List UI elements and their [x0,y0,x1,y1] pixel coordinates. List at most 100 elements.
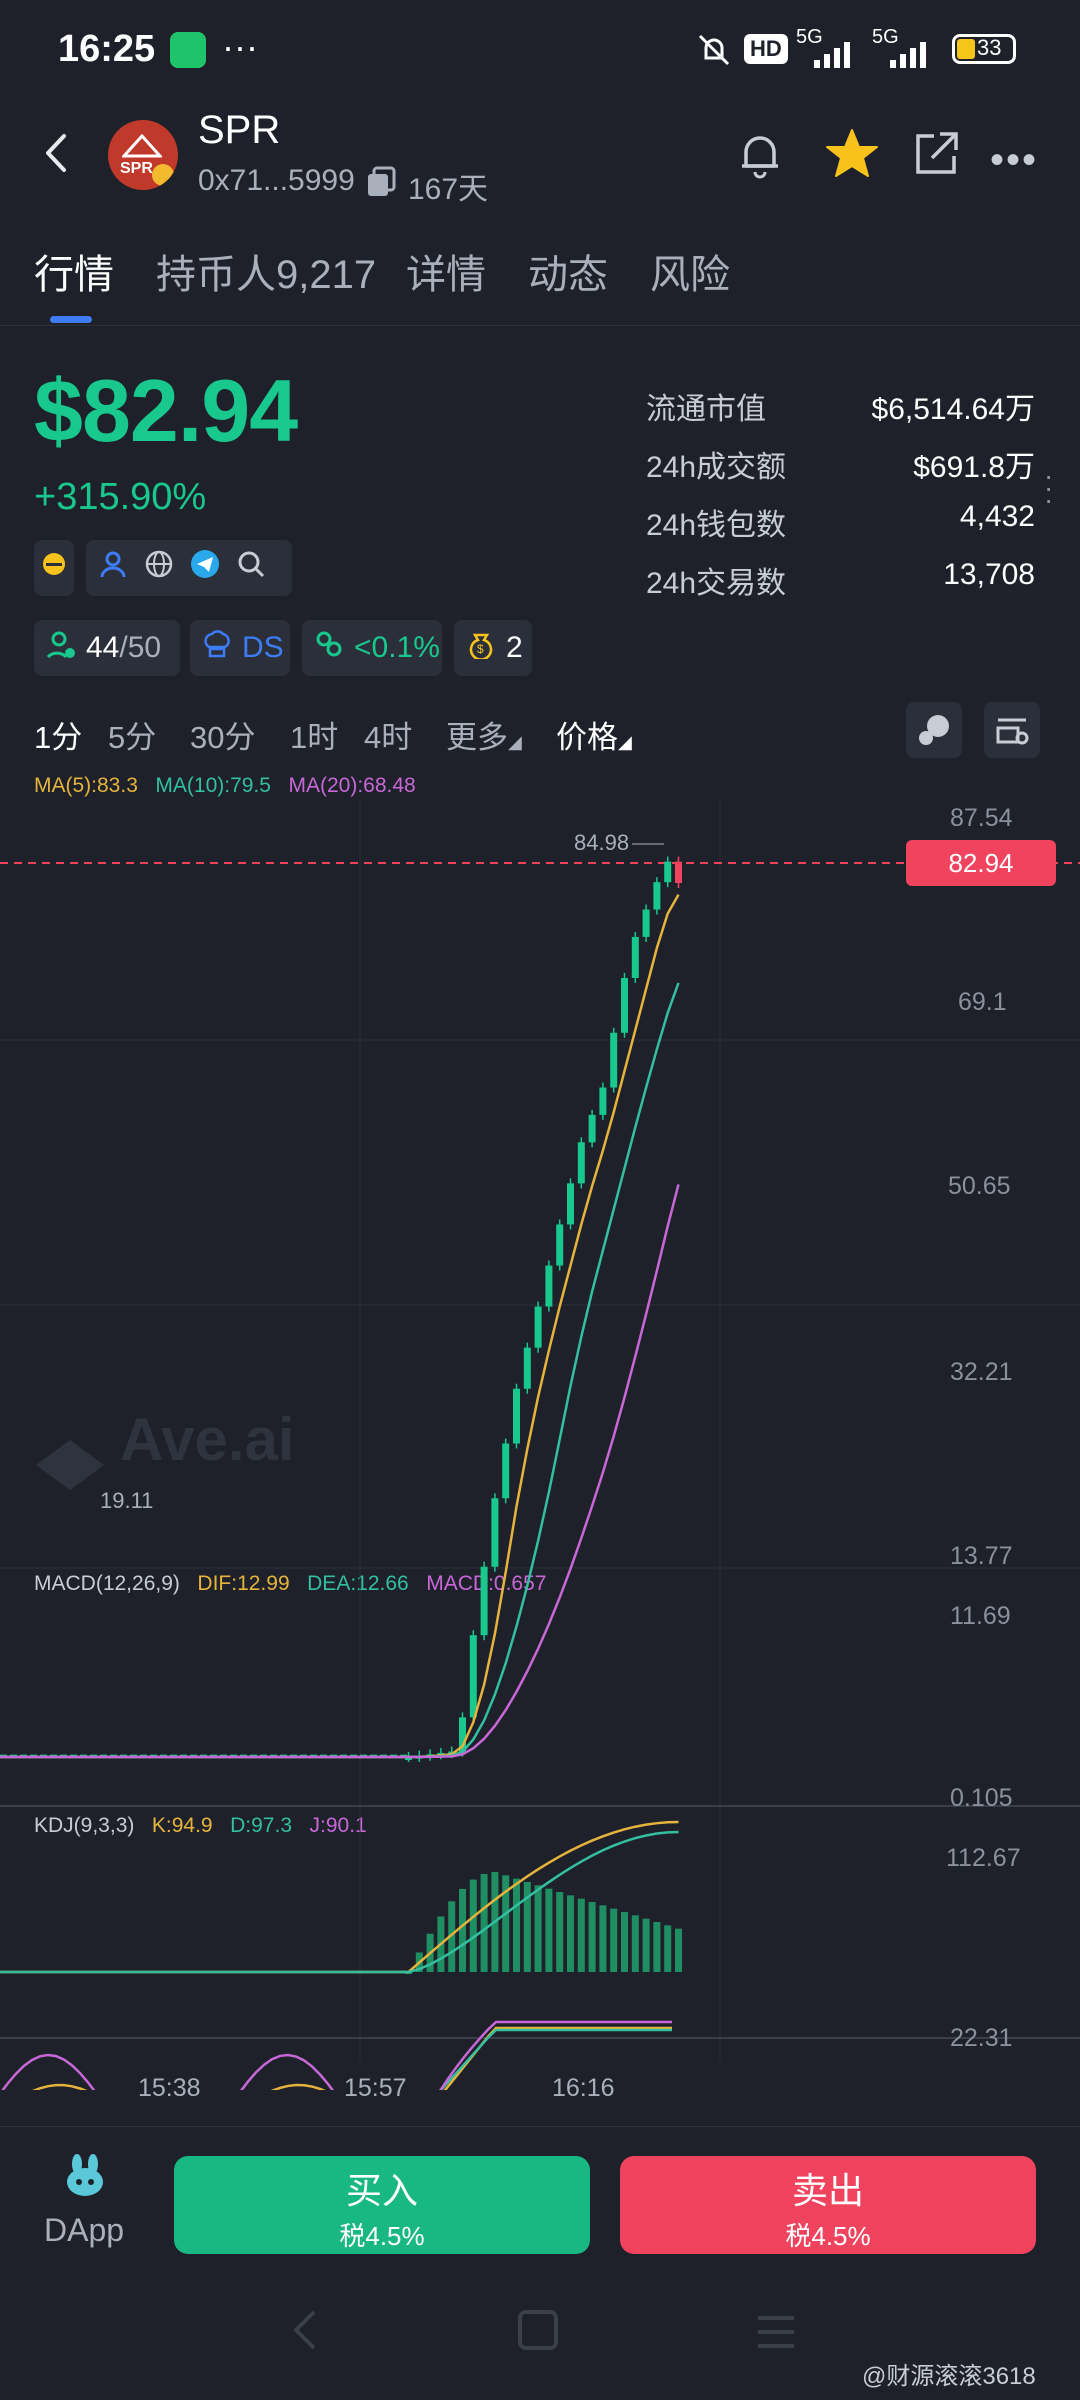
macd-bar [610,1908,618,1972]
active-tab-indicator [50,316,92,323]
time-axis-tick: 15:38 [138,2074,201,2102]
ma-legend: MA(5):83.3 MA(10):79.5 MA(20):68.48 [34,774,416,798]
timeframe-4h[interactable]: 4时 [364,712,412,757]
holders-count: 44 [86,631,120,664]
macd-bar [621,1912,628,1972]
price-axis-tick: 69.1 [958,988,1007,1016]
current-price-tag: 82.94 [906,840,1056,886]
price-change: +315.90% [34,476,207,518]
macd-bar [513,1878,520,1972]
stats-more-icon[interactable]: · · · [1044,462,1053,514]
app-notification-icon [170,32,206,68]
ma20-line [0,1184,680,1759]
battery-icon: 33 [952,34,1016,64]
ave-watermark: Ave.ai [120,1406,295,1473]
bell-icon[interactable] [732,126,788,182]
dropdown-triangle-icon-2: ◢ [618,732,632,752]
bottom-divider [0,2126,1080,2127]
coin-stack-chip[interactable] [34,540,74,596]
logo-triangle-icon [120,133,164,158]
tab-holders[interactable]: 持币人9,217 [156,242,376,300]
ma20-legend: MA(20):68.48 [288,774,416,797]
timeframe-5m[interactable]: 5分 [108,712,156,757]
sell-button[interactable]: 卖出 税4.5% [620,2156,1036,2254]
ave-logo-icon [36,1440,104,1490]
bnb-chain-icon [152,164,174,186]
timeframe-30m[interactable]: 30分 [190,712,255,757]
stat-label-wallets: 24h钱包数 [646,509,787,542]
time-axis-tick: 16:16 [552,2074,615,2102]
macd-bar [631,1915,639,1972]
nav-home-icon[interactable] [518,2310,558,2350]
holders-total: /50 [119,631,162,664]
telegram-icon[interactable] [190,549,220,587]
search-icon[interactable] [236,549,266,587]
buy-label: 买入 [345,2170,418,2211]
macd-bar [534,1885,542,1972]
star-icon[interactable] [824,126,880,182]
bags-chip[interactable]: $ 2 [454,620,532,676]
price-chart[interactable]: Ave.ai 84.98 19.11 [0,800,1080,2090]
tab-divider [0,325,1080,326]
nav-recents-icon[interactable] [756,2312,796,2352]
holders-ratio-chip[interactable]: 44/50 [34,620,180,676]
price-axis-tick: 13.77 [950,1542,1013,1570]
weibo-watermark: @财源滚滚3618 [862,2363,1036,2390]
timeframe-1m[interactable]: 1分 [34,712,82,757]
share-ratio-value: <0.1% [354,631,440,664]
current-price: $82.94 [34,361,298,460]
token-address: 0x71...5999 [198,164,355,197]
macd-bar [588,1902,596,1972]
share-icon[interactable] [910,128,962,180]
macd-bar [556,1892,564,1972]
chart-settings-button[interactable] [984,702,1040,758]
token-symbol: SPR [198,108,281,152]
copy-icon[interactable] [364,166,398,200]
chart-settings-icon [996,718,1029,745]
link-icon [314,629,344,667]
buy-button[interactable]: 买入 税4.5% [174,2156,590,2254]
hd-badge: HD [744,34,788,64]
signal-icon [812,40,860,73]
tab-details[interactable]: 详情 [406,242,486,300]
chef-hat-icon [202,629,232,667]
sell-tax: 税4.5% [785,2221,871,2251]
share-ratio-chip[interactable]: <0.1% [302,620,442,676]
stat-value-volume: $691.8万 [913,451,1035,484]
dapp-label[interactable]: DApp [44,2212,124,2249]
tab-activity[interactable]: 动态 [528,242,608,300]
battery-level: 33 [977,35,1002,60]
ds-chip[interactable]: DS [190,620,290,676]
macd-bar [480,1873,488,1972]
more-notifications-icon: ··· [222,26,258,67]
status-time: 16:25 [58,28,156,70]
ma5-line [0,894,680,1759]
ma10-line [0,982,680,1759]
back-button[interactable] [36,128,76,178]
stat-value-wallets: 4,432 [959,500,1035,533]
timeframe-1h[interactable]: 1时 [290,712,338,757]
user-icon[interactable] [98,549,128,587]
dapp-bunny-icon[interactable] [60,2154,110,2198]
price-mode-label: 价格 [556,720,618,755]
stat-value-trades: 13,708 [943,558,1035,591]
bags-count: 2 [506,631,523,664]
macd-dif-line [0,1820,679,1974]
logo-text: SPR [120,160,153,177]
indicator-toggle-button[interactable] [906,702,962,758]
tab-risk[interactable]: 风险 [650,242,730,300]
token-age: 167天 [408,173,489,206]
more-menu-icon[interactable]: ••• [990,138,1038,183]
globe-icon[interactable] [144,549,174,587]
token-logo: SPR [108,120,178,190]
timeframe-more[interactable]: 更多◢ [446,712,522,757]
nav-back-icon[interactable] [286,2306,326,2354]
macd-bar [459,1888,466,1972]
stat-label-market-cap: 流通市值 [646,393,766,426]
money-bag-icon: $ [466,629,496,667]
tab-market[interactable]: 行情 [34,242,114,300]
price-mode-select[interactable]: 价格◢ [556,712,632,757]
dropdown-triangle-icon: ◢ [508,732,522,752]
bubbles-icon [919,715,949,745]
signal-icon-2 [888,40,936,73]
